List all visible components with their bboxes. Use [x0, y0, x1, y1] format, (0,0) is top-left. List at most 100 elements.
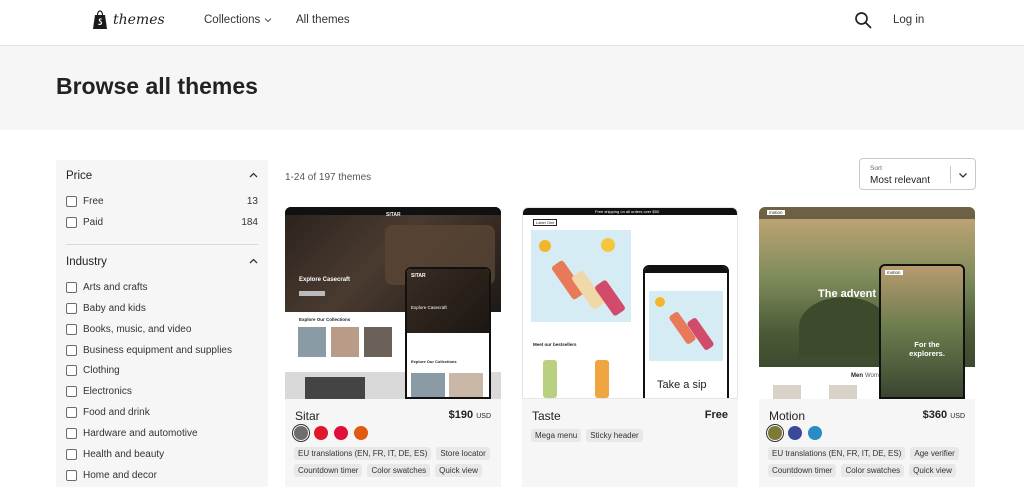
feature-tag: Quick view: [435, 464, 482, 477]
preview-hero-heading: Explore Casecraft: [299, 277, 351, 283]
filter-option-label: Food and drink: [83, 406, 150, 418]
nav-all-themes[interactable]: All themes: [296, 14, 350, 26]
nav-collections[interactable]: Collections: [204, 14, 272, 26]
top-navigation: themes Collections All themes Log in: [0, 0, 1024, 46]
checkbox[interactable]: [66, 323, 77, 335]
filter-option-label: Arts and crafts: [83, 281, 148, 293]
search-icon[interactable]: [854, 11, 872, 29]
filter-sidebar: Price Free 13 Paid 184 Industry Arts and…: [56, 160, 268, 487]
checkbox[interactable]: [66, 385, 77, 397]
preview-section-heading: Meet our bestsellers: [533, 342, 577, 347]
checkbox[interactable]: [66, 281, 77, 293]
filter-option[interactable]: Clothing: [66, 362, 258, 378]
color-swatch[interactable]: [314, 426, 328, 440]
feature-tag: Quick view: [909, 464, 956, 477]
color-swatch[interactable]: [808, 426, 822, 440]
theme-preview-image[interactable]: SITAR Explore Casecraft Explore Our Coll…: [285, 207, 501, 399]
feature-tag: EU translations (EN, FR, IT, DE, ES): [294, 447, 432, 460]
feature-tag: EU translations (EN, FR, IT, DE, ES): [768, 447, 906, 460]
preview-mobile-frame: motion For the explorers.: [879, 264, 965, 399]
filter-price-heading[interactable]: Price: [66, 170, 92, 182]
feature-tag: Countdown timer: [294, 464, 363, 477]
filter-option[interactable]: Electronics: [66, 383, 258, 399]
filter-option-count: 184: [241, 216, 258, 228]
filter-option[interactable]: Food and drink: [66, 404, 258, 420]
filter-option[interactable]: Business equipment and supplies: [66, 342, 258, 358]
color-swatch[interactable]: [354, 426, 368, 440]
preview-product: [773, 385, 801, 399]
color-swatch[interactable]: [788, 426, 802, 440]
shopify-bag-icon: [93, 10, 107, 29]
checkbox[interactable]: [66, 427, 77, 439]
checkbox[interactable]: [66, 364, 77, 376]
shopify-themes-logo[interactable]: themes: [92, 10, 165, 30]
theme-card-info: Sitar $190 USD EU translations (EN, FR, …: [285, 399, 501, 487]
preview-mobile-photo: [649, 291, 723, 361]
checkbox[interactable]: [66, 344, 77, 356]
logo-text: themes: [113, 12, 165, 28]
nav-collections-label: Collections: [204, 14, 261, 26]
checkbox[interactable]: [66, 195, 77, 207]
filter-option-label: Home and decor: [83, 469, 157, 481]
preview-tab-men: Men: [851, 373, 863, 379]
theme-preview-image[interactable]: Free shipping on all orders over $50 Lab…: [522, 207, 738, 399]
preview-section-heading: Explore Our Collections: [299, 317, 351, 322]
preview-mountain: [799, 297, 889, 357]
filter-option[interactable]: Paid 184: [66, 214, 258, 230]
filter-option[interactable]: Books, music, and video: [66, 321, 258, 337]
preview-mobile-tile: [449, 373, 483, 397]
checkbox[interactable]: [66, 406, 77, 418]
feature-tag: Sticky header: [586, 429, 643, 442]
nav-all-themes-label: All themes: [296, 14, 350, 26]
filter-option[interactable]: Home and decor: [66, 467, 258, 483]
theme-name[interactable]: Sitar: [295, 409, 320, 423]
theme-preview-image[interactable]: motion The advent Men Wome motion For th…: [759, 207, 975, 399]
filter-option[interactable]: Free 13: [66, 193, 258, 209]
theme-card-taste[interactable]: Free shipping on all orders over $50 Lab…: [522, 207, 738, 487]
filter-industry-heading[interactable]: Industry: [66, 256, 107, 268]
theme-card-sitar[interactable]: SITAR Explore Casecraft Explore Our Coll…: [285, 207, 501, 487]
sort-value: Most relevant: [870, 175, 931, 186]
filter-option[interactable]: Health and beauty: [66, 446, 258, 462]
color-swatches: [294, 426, 368, 440]
theme-price: $360 USD: [923, 409, 965, 421]
checkbox[interactable]: [66, 216, 77, 228]
preview-brand: SITAR: [386, 212, 401, 218]
theme-card-motion[interactable]: motion The advent Men Wome motion For th…: [759, 207, 975, 487]
filter-option-label: Clothing: [83, 364, 120, 376]
filter-option[interactable]: Hardware and automotive: [66, 425, 258, 441]
chevron-up-icon[interactable]: [249, 171, 258, 180]
filter-option-label: Books, music, and video: [83, 323, 192, 335]
results-count: 1-24 of 197 themes: [285, 172, 372, 183]
feature-tag: Store locator: [436, 447, 490, 460]
preview-mobile-brand: motion: [885, 270, 903, 275]
filter-divider: [66, 244, 258, 245]
theme-price: Free: [705, 409, 728, 421]
filter-option-label: Baby and kids: [83, 302, 146, 314]
login-link[interactable]: Log in: [893, 14, 924, 26]
color-swatch[interactable]: [334, 426, 348, 440]
theme-name[interactable]: Motion: [769, 409, 805, 423]
preview-product: [829, 385, 857, 399]
color-swatch[interactable]: [768, 426, 782, 440]
theme-price-amount: Free: [704, 409, 728, 421]
checkbox[interactable]: [66, 302, 77, 314]
preview-tile: [331, 327, 359, 357]
checkbox[interactable]: [66, 469, 77, 481]
color-swatch[interactable]: [294, 426, 308, 440]
filter-option[interactable]: Baby and kids: [66, 300, 258, 316]
sort-dropdown[interactable]: Sort Most relevant: [859, 158, 976, 190]
feature-tag: Color swatches: [841, 464, 905, 477]
preview-brand: motion: [767, 210, 785, 215]
preview-topbar: [759, 207, 975, 219]
chevron-up-icon[interactable]: [249, 257, 258, 266]
feature-tag: Mega menu: [531, 429, 582, 442]
preview-product-bottle: [543, 360, 557, 398]
preview-mobile-section: Explore Our Collections: [411, 359, 457, 364]
preview-hero-heading: The advent: [818, 288, 877, 300]
chevron-down-icon: [959, 173, 967, 178]
preview-mobile-bar: [645, 267, 727, 273]
checkbox[interactable]: [66, 448, 77, 460]
filter-option[interactable]: Arts and crafts: [66, 279, 258, 295]
theme-name[interactable]: Taste: [532, 409, 561, 423]
